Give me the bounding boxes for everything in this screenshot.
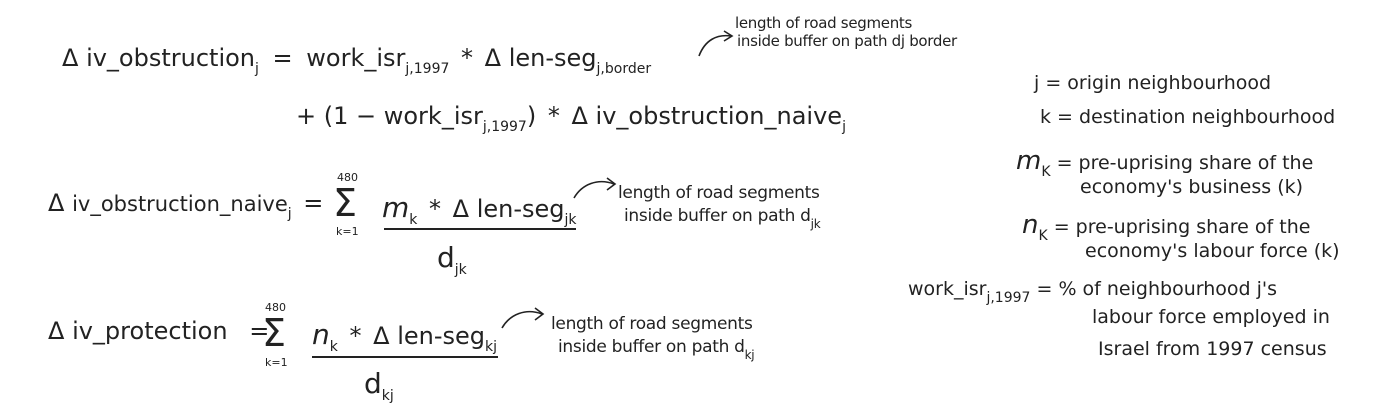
eq2-numerator: mk * Δ len-segjk	[382, 191, 577, 228]
eq3-annotation-line1: length of road segments	[551, 314, 753, 334]
eq1-lhs-subscript: j	[255, 61, 259, 77]
legend-m-subscript: K	[1041, 164, 1051, 180]
eq2-m-subscript: k	[409, 212, 418, 228]
annotation-arrow	[501, 307, 545, 329]
legend-n-definition-2: economy's labour force (k)	[1085, 240, 1340, 262]
eq3-len-seg: len-seg	[397, 322, 486, 350]
legend-j-definition: j = origin neighbourhood	[1034, 72, 1272, 94]
eq1-line2-open: + (1 − work_isr	[296, 102, 483, 130]
eq2-d-subscript: jk	[454, 262, 467, 278]
equals-sign: =	[303, 189, 324, 217]
legend-w-definition-2: labour force employed in	[1092, 306, 1330, 328]
eq3-denominator: dkj	[364, 367, 394, 404]
legend-n-symbol: n	[1022, 210, 1039, 240]
eq1-line2: + (1 − work_isrj,1997) * Δ iv_obstructio…	[296, 104, 846, 134]
eq3-annotation-line2: inside buffer on path d	[558, 337, 745, 357]
eq3-len-seg-subscript: kj	[485, 339, 498, 355]
delta-symbol: Δ	[452, 195, 470, 223]
eq1-line1: Δ iv_obstructionj = work_isrj,1997 * Δ l…	[62, 46, 651, 76]
delta-symbol: Δ	[484, 44, 502, 72]
eq3-lhs-group: Δ iv_protection =	[48, 319, 269, 343]
eq2-len-seg-subscript: jk	[564, 212, 577, 228]
legend-work-isr-symbol: work_isr	[908, 278, 987, 300]
eq3-sum-lower: k=1	[265, 356, 288, 369]
legend-work-isr-subscript: j,1997	[986, 290, 1031, 306]
delta-symbol: Δ	[373, 322, 390, 350]
delta-symbol: Δ	[62, 44, 79, 72]
legend-w-definition-3: Israel from 1997 census	[1098, 338, 1327, 360]
eq2-fraction-line	[384, 228, 576, 230]
legend-m-definition-1: = pre-uprising share of the	[1056, 152, 1314, 174]
legend-m-definition-2: economy's business (k)	[1080, 176, 1304, 198]
eq3-lhs: iv_protection	[72, 317, 228, 345]
eq3-numerator: nk * Δ len-segkj	[312, 318, 498, 355]
legend-n-subscript: K	[1038, 228, 1048, 244]
legend-m-line1: mK = pre-uprising share of the	[1016, 148, 1313, 179]
equals-sign: =	[272, 44, 293, 72]
eq1-line2-term-subscript: j	[842, 119, 846, 135]
eq2-annotation-subscript: jk	[810, 217, 821, 231]
legend-n-line1: nK = pre-uprising share of the	[1022, 212, 1310, 243]
legend-k-definition: k = destination neighbourhood	[1040, 106, 1336, 128]
eq3-fraction-line	[312, 356, 498, 358]
eq3-sum-symbol: Σ	[262, 311, 287, 355]
eq1-len-seg-subscript: j,border	[596, 61, 652, 77]
legend-w-definition-1: = % of neighbourhood j's	[1036, 278, 1277, 300]
eq1-line2-subscript: j,1997	[482, 119, 527, 135]
eq1-annotation-line1: length of road segments	[735, 14, 913, 32]
delta-symbol: Δ	[571, 102, 588, 130]
legend-w-line1: work_isrj,1997 = % of neighbourhood j's	[908, 278, 1277, 306]
times-sign: *	[429, 195, 442, 223]
eq3-annotation-line2-group: inside buffer on path dkj	[558, 337, 755, 362]
eq2-annotation-line2: inside buffer on path d	[624, 206, 811, 226]
delta-symbol: Δ	[48, 189, 65, 217]
eq2-annotation-line1: length of road segments	[618, 183, 820, 203]
annotation-arrow	[698, 30, 734, 57]
eq1-len-seg: len-seg	[508, 44, 597, 72]
eq3-d-symbol: d	[364, 367, 382, 400]
annotation-arrow	[573, 177, 617, 199]
eq3-n-subscript: k	[329, 339, 338, 355]
eq1-line2-close: )	[526, 102, 537, 130]
times-sign: *	[461, 44, 474, 72]
eq2-lhs: iv_obstruction_naive	[72, 192, 288, 216]
eq1-lhs: iv_obstruction	[86, 44, 256, 72]
eq2-lhs-group: Δ iv_obstruction_naivej =	[48, 191, 323, 221]
eq1-work-isr-subscript: j,1997	[405, 61, 450, 77]
times-sign: *	[349, 322, 362, 350]
eq2-denominator: djk	[437, 241, 467, 278]
eq2-d-symbol: d	[437, 241, 455, 274]
eq2-sum-lower: k=1	[336, 225, 359, 238]
eq1-work-isr: work_isr	[306, 44, 406, 72]
eq2-lhs-subscript: j	[287, 206, 292, 222]
eq3-n-symbol: n	[312, 318, 330, 351]
eq3-annotation-subscript: kj	[744, 348, 755, 362]
eq2-annotation-line2-group: inside buffer on path djk	[624, 206, 821, 231]
eq3-d-subscript: kj	[381, 388, 394, 404]
eq2-m-symbol: m	[382, 191, 410, 224]
eq2-len-seg: len-seg	[476, 195, 565, 223]
legend-m-symbol: m	[1016, 146, 1042, 176]
eq2-sum-symbol: Σ	[333, 181, 358, 225]
eq1-annotation-line2: inside buffer on path dj border	[737, 32, 957, 50]
eq1-line2-term: iv_obstruction_naive	[595, 102, 843, 130]
delta-symbol: Δ	[48, 317, 65, 345]
legend-n-definition-1: = pre-uprising share of the	[1053, 216, 1311, 238]
times-sign: *	[547, 102, 560, 130]
